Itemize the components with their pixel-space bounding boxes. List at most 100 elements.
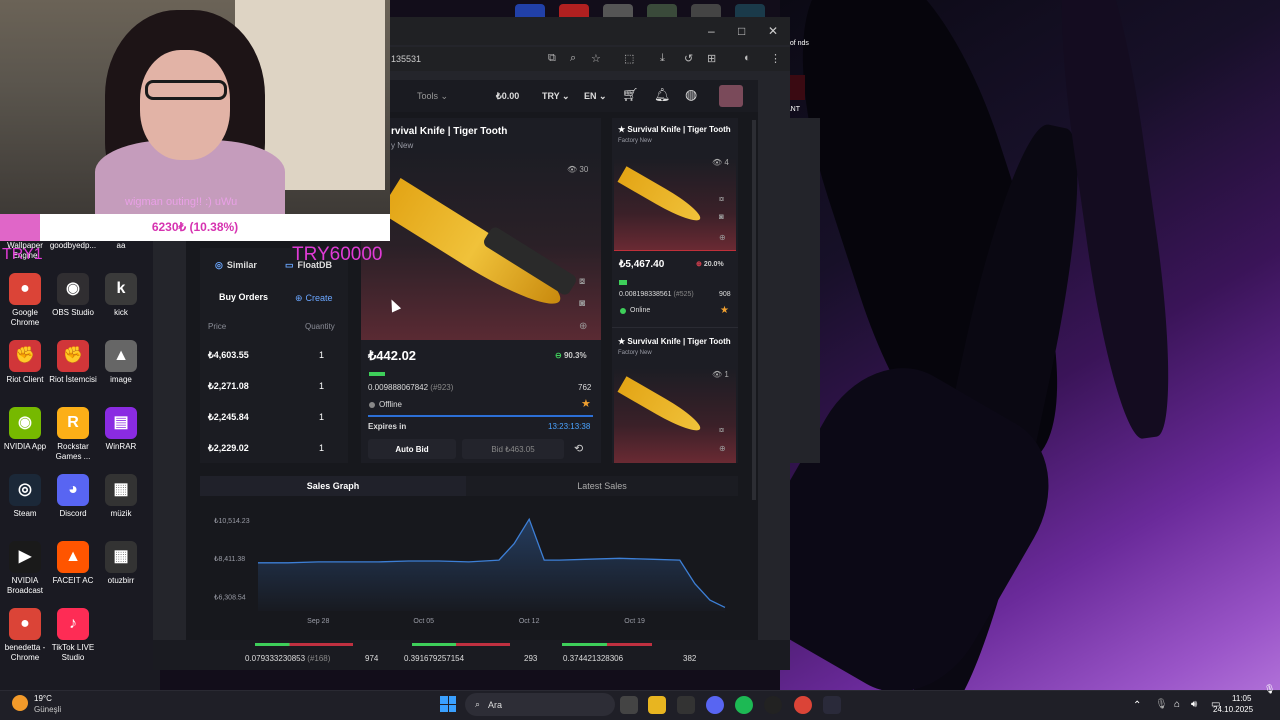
similar-tab[interactable]: ◎ Similar (215, 258, 257, 272)
scrollbar[interactable] (752, 120, 756, 500)
order-qty: 1 (319, 381, 325, 391)
network-icon[interactable]: ⌂ (1174, 699, 1180, 710)
similar-icon: ◎ (215, 259, 223, 270)
history-icon[interactable]: ⟲ (574, 442, 583, 455)
item-title: rvival Knife | Tiger Tooth (391, 126, 508, 137)
camera-icon[interactable]: ◙ (719, 212, 724, 221)
tab-latest-sales[interactable]: Latest Sales (466, 476, 738, 496)
price-header: Price (208, 322, 227, 331)
desktop-icon-label: kick (114, 308, 128, 317)
balance[interactable]: ₺0.00 (496, 91, 519, 102)
cart-icon[interactable]: 🛒︎ (622, 87, 639, 103)
order-price: ₺2,229.02 (208, 443, 249, 453)
bid-button[interactable]: Bid ₺463.05 (462, 439, 564, 459)
search-icon: ⌕ (475, 699, 481, 709)
desktop-icon[interactable]: ♪ TikTok LIVE Studio (45, 608, 101, 663)
donation-goal-bar: 6230₺ (10.38%) (0, 214, 390, 241)
screenshot-icon[interactable]: ⧇ (579, 276, 585, 287)
palette-icon[interactable]: ◍ (685, 86, 697, 103)
bookmark-star-icon[interactable]: ☆ (591, 52, 601, 65)
zoom-in-icon[interactable]: ⊕ (719, 233, 726, 242)
extensions-icon[interactable]: ⬚ (624, 52, 634, 65)
start-button[interactable] (440, 696, 456, 712)
plus-icon: ⊕ (696, 261, 702, 268)
screenshot-icon[interactable]: ⧇ (719, 194, 724, 204)
address-bar[interactable] (390, 47, 790, 71)
steam-icon[interactable] (764, 696, 782, 714)
clock-time[interactable]: 11:05 (1232, 694, 1251, 703)
order-price: ₺2,271.08 (208, 381, 249, 391)
chrome-icon[interactable] (794, 696, 812, 714)
zoom-icon[interactable]: ⌕ (570, 52, 576, 65)
clock-date[interactable]: 24.10.2025 (1213, 705, 1253, 714)
series-area (258, 519, 725, 611)
zoom-in-icon[interactable]: ⊕ (579, 321, 587, 332)
desktop-icon[interactable]: ▤ WinRAR (93, 407, 149, 452)
eye-icon: 👁︎ (567, 165, 578, 174)
profile-icon[interactable]: ◐ (744, 52, 751, 64)
avatar[interactable] (719, 85, 743, 107)
tools-menu[interactable]: Tools ⌄ (417, 91, 448, 102)
camera-icon[interactable]: ◙ (579, 298, 585, 309)
star-icon[interactable]: ★ (581, 397, 591, 410)
float-scale (255, 643, 353, 646)
maximize-button[interactable]: □ (738, 24, 745, 38)
menu-icon[interactable]: ⋮ (770, 52, 781, 65)
desktop-icon[interactable]: k kick (93, 273, 149, 318)
mic-icon[interactable]: 🎙︎ (1264, 684, 1275, 695)
weather-label[interactable]: Güneşli (34, 705, 61, 714)
file-explorer-icon[interactable] (648, 696, 666, 714)
desktop-icon-label: müzik (110, 509, 132, 518)
similar-item-title: ★ Survival Knife | Tiger Tooth (618, 337, 731, 346)
order-price: ₺4,603.55 (208, 350, 249, 360)
views-count: 👁︎ 4 (712, 158, 729, 167)
divider (612, 327, 738, 328)
bell-icon[interactable]: 🔔︎ (654, 87, 671, 103)
task-view-icon[interactable] (620, 696, 638, 714)
history-icon[interactable]: ↺ (684, 52, 693, 65)
create-label: Create (305, 293, 333, 303)
screenshot-icon[interactable]: ⧇ (719, 425, 724, 435)
volume-icon[interactable]: 🔊︎ (1191, 699, 1197, 710)
similar-item-price: ₺5,467.40 (619, 259, 665, 270)
spotify-icon[interactable] (735, 696, 753, 714)
close-button[interactable]: ✕ (768, 24, 778, 38)
desktop-icon-label: otuzbirr (107, 576, 135, 585)
order-price: ₺2,245.84 (208, 412, 249, 422)
app-icon: k (105, 273, 137, 305)
language-select[interactable]: EN ⌄ (584, 91, 607, 102)
float-rank: (#525) (673, 291, 694, 298)
weather-temp[interactable]: 19°C (34, 694, 52, 703)
auto-bid-button[interactable]: Auto Bid (368, 439, 456, 459)
star-icon[interactable]: ★ (720, 305, 729, 316)
url-text[interactable]: 135531 (391, 54, 421, 64)
discord-icon[interactable] (706, 696, 724, 714)
views-value: 1 (724, 370, 729, 379)
tab-sales-graph[interactable]: Sales Graph (200, 476, 466, 496)
views-count: 👁︎ 30 (567, 165, 588, 174)
app-icon: ▶ (9, 541, 41, 573)
app-icon: ♪ (57, 608, 89, 640)
desktop-icon[interactable]: ▦ otuzbirr (93, 541, 149, 586)
share-icon[interactable]: ⧉ (548, 52, 556, 65)
app-icon: ● (9, 608, 41, 640)
minimize-button[interactable]: – (708, 24, 715, 38)
translate-icon[interactable]: ⊞ (707, 52, 716, 65)
download-icon[interactable]: ⤓ (660, 52, 665, 65)
status-label: Online (630, 307, 651, 314)
weather-icon[interactable] (12, 695, 28, 711)
desktop-icon[interactable]: ▦ müzik (93, 474, 149, 519)
app-icon: ▲ (57, 541, 89, 573)
store-icon[interactable] (677, 696, 695, 714)
zoom-in-icon[interactable]: ⊕ (719, 444, 726, 453)
float-number: 0.079333230853 (245, 654, 306, 663)
create-button[interactable]: ⊕ Create (295, 290, 343, 306)
taskbar-search[interactable]: ⌕ Ara (465, 693, 615, 716)
currency-label: TRY (542, 91, 560, 101)
app-icon[interactable] (823, 696, 841, 714)
tray-chevron-icon[interactable]: ⌃ (1133, 700, 1141, 711)
desktop-icon[interactable]: ▲ image (93, 340, 149, 385)
listing-float: 0.374421328306 (563, 654, 624, 663)
currency-select[interactable]: TRY ⌄ (542, 91, 570, 102)
mic-icon[interactable]: 🎙︎ (1155, 699, 1168, 710)
